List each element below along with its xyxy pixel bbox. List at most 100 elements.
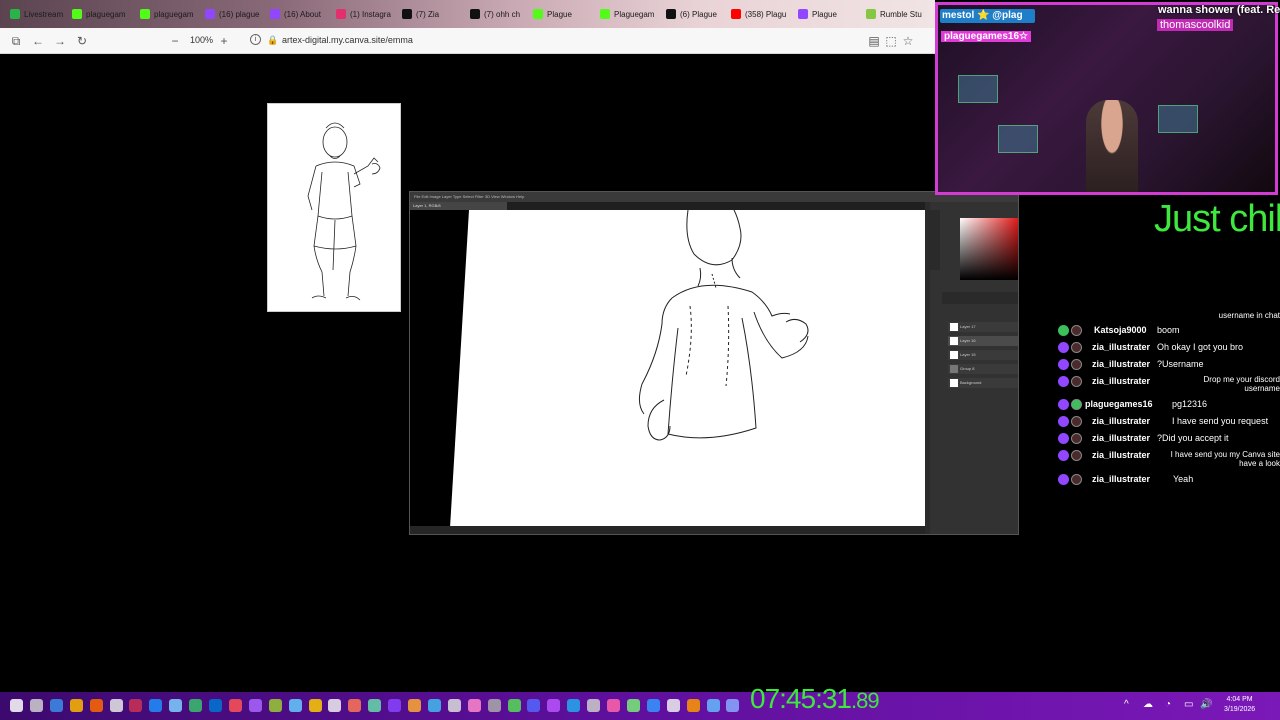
reload-icon[interactable]: ↻ [74,33,90,49]
taskbar-app-icon[interactable] [248,699,262,712]
taskbar-app-icon[interactable] [169,699,183,712]
twitch-badge-icon [1058,342,1069,353]
browser-tab[interactable]: Plaguegam [600,5,662,23]
volume-icon[interactable]: 🔊 [1200,699,1212,710]
url-field[interactable]: i 🔒 artex-digital.my.canva.site/emma [245,32,865,50]
layers-panel-header [942,292,1018,304]
chat-text: Drop me your discord username [1203,375,1280,393]
taskbar-app-icon[interactable] [587,699,601,712]
taskbar-app-icon[interactable] [726,699,740,712]
forward-icon[interactable]: → [52,33,68,49]
zoom-in-icon[interactable]: + [216,33,232,49]
tab-label: (7) Zia [416,9,440,19]
layer-row[interactable]: Layer 16 [948,336,1018,346]
taskbar-app-icon[interactable] [447,699,461,712]
tab-favicon-icon [402,9,412,19]
layer-row[interactable]: Background [948,378,1018,388]
layer-row[interactable]: Layer 17 [948,322,1018,332]
tab-favicon-icon [336,9,346,19]
taskbar-app-icon[interactable] [646,699,660,712]
browser-tab[interactable]: (1) Instagra [336,5,398,23]
browser-tab[interactable]: (7) Zia [402,5,466,23]
folder-icon[interactable] [89,699,103,712]
taskbar-app-icon[interactable] [686,699,700,712]
taskbar-app-icon[interactable] [547,699,561,712]
tab-label: plaguegam [154,9,194,19]
browser-tab[interactable]: (16) plague [205,5,266,23]
taskbar-app-icon[interactable] [209,699,222,712]
taskbar-app-icon[interactable] [149,699,163,712]
taskbar-app-icon[interactable] [607,699,620,712]
layer-row[interactable]: Group 8 [948,364,1018,374]
search-icon[interactable] [29,699,43,712]
tab-favicon-icon [533,9,543,19]
taskbar-app-icon[interactable] [388,699,402,712]
taskbar-app-icon[interactable] [368,699,382,712]
browser-tab[interactable]: plaguegam [72,5,136,23]
taskbar-app-icon[interactable] [467,699,481,712]
taskbar-app-icon[interactable] [706,699,720,712]
bookmark-star-icon[interactable]: ☆ [900,33,916,49]
tab-label: (16) plague [219,9,260,19]
taskbar-app-icon[interactable] [268,699,282,712]
sidebar-toggle-icon[interactable]: ⧉ [8,33,24,49]
zoom-out-icon[interactable]: − [167,33,183,49]
photoshop-window: File Edit Image Layer Type Select Filter… [409,191,1019,535]
taskbar-app-icon[interactable] [626,699,640,712]
site-info-icon[interactable]: i [250,34,261,45]
windows-start-icon[interactable] [10,699,23,712]
chat-text: I have send you request [1172,416,1269,426]
photoshop-toolbar[interactable] [928,210,940,270]
taskbar-app-icon[interactable] [328,699,342,712]
cloud-icon[interactable]: ☁ [1143,699,1153,710]
taskbar-app-icon[interactable] [308,699,322,712]
taskbar-app-icon[interactable] [427,699,441,712]
color-picker-field[interactable] [960,218,1018,280]
taskbar-app-icon[interactable] [288,699,302,712]
screenshot-icon[interactable]: ⬚ [883,33,899,49]
browser-tab[interactable]: Plague [798,5,862,23]
browser-tab[interactable]: Plague [533,5,596,23]
drawing-paper[interactable] [450,210,925,528]
chat-message: plaguegames16 pg12316 [1055,398,1280,413]
browser-tab[interactable]: Livestream [10,5,68,23]
layer-row[interactable]: Layer 15 [948,350,1018,360]
browser-tab[interactable]: (358) Plagu [731,5,794,23]
back-icon[interactable]: ← [30,33,46,49]
photoshop-document-tab[interactable]: Layer 1, RGB/8 [410,202,507,210]
tray-chevron-icon[interactable]: ^ [1124,699,1129,710]
reader-view-icon[interactable]: ▤ [866,33,882,49]
photoshop-canvas[interactable] [410,210,925,528]
webcam-monitor [958,75,998,103]
chat-text: pg12316 [1172,399,1208,409]
widgets-icon[interactable] [69,699,83,712]
app-icon[interactable] [109,699,123,712]
browser-tab[interactable]: Rumble Stu [866,5,926,23]
taskbar-app-icon[interactable] [507,699,521,712]
browser-tab[interactable]: (6) Plague [666,5,727,23]
tab-label: (6) Plague [680,9,717,19]
network-icon[interactable]: ◔ [1165,699,1171,710]
taskbar-app-icon[interactable] [129,699,143,712]
taskbar-app-icon[interactable] [487,699,501,712]
chat-message: zia_illustrater ?Username [1055,358,1280,373]
taskbar-app-icon[interactable] [527,699,541,712]
taskbar-app-icon[interactable] [189,699,203,712]
taskbar-app-icon[interactable] [567,699,581,712]
chat-username: Katsoja9000 [1094,325,1147,335]
browser-tab[interactable]: plaguegam [140,5,201,23]
browser-address-bar: ⧉ ← → ↻ − 100% + i 🔒 artex-digital.my.ca… [0,28,935,54]
taskbar-app-icon[interactable] [408,699,421,712]
browser-tab[interactable]: (16) About [270,5,332,23]
task-view-icon[interactable] [49,699,63,712]
browser-tab[interactable]: (7) ohh ch [470,5,529,23]
display-icon[interactable]: ▭ [1184,699,1193,710]
taskbar-app-icon[interactable] [228,699,242,712]
lock-icon: 🔒 [267,35,279,45]
taskbar-app-icon[interactable] [666,699,680,712]
taskbar-app-icon[interactable] [348,699,362,712]
system-clock[interactable]: 4:04 PM 3/19/2026 [1224,695,1255,715]
zoom-level: 100% [190,35,214,45]
chat-text: ?Username [1157,359,1204,369]
chat-text: I have send you my Canva site have a loo… [1170,450,1280,468]
